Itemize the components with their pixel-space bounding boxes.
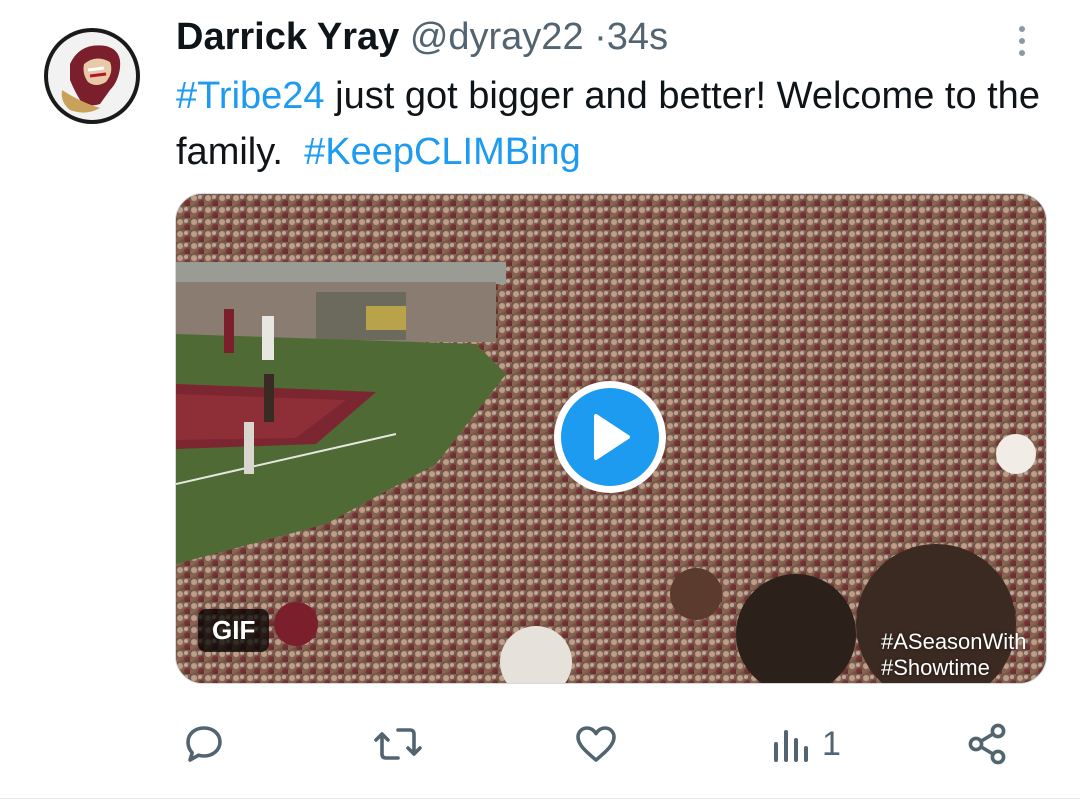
- hashtag-link[interactable]: #Tribe24: [176, 75, 325, 117]
- divider: [0, 798, 1080, 799]
- tweet-header: Darrick Yray @dyray22 ·34s: [176, 12, 668, 62]
- like-button[interactable]: [572, 712, 620, 776]
- retweet-button[interactable]: [372, 712, 424, 776]
- heart-icon: [576, 726, 616, 762]
- play-icon: [594, 414, 630, 460]
- views-icon: [774, 730, 808, 762]
- hashtag-link[interactable]: #KeepCLIMBing: [304, 131, 581, 173]
- views-button[interactable]: 1: [770, 712, 841, 776]
- more-options-button[interactable]: [1004, 18, 1040, 64]
- more-dot-icon: [1019, 26, 1025, 32]
- tweet-action-bar: 1: [0, 712, 1080, 776]
- tweet-text: #Tribe24 just got bigger and better! Wel…: [176, 68, 1056, 180]
- reply-button[interactable]: [180, 712, 228, 776]
- avatar[interactable]: [40, 24, 144, 128]
- author-name[interactable]: Darrick Yray: [176, 16, 399, 58]
- reply-icon: [186, 726, 222, 762]
- views-count: 1: [822, 724, 841, 763]
- separator-dot: ·: [594, 16, 607, 58]
- retweet-icon: [374, 728, 422, 760]
- timestamp[interactable]: 34s: [607, 16, 668, 58]
- watermark-line: #Showtime: [881, 655, 990, 680]
- author-handle[interactable]: @dyray22: [410, 16, 584, 58]
- gif-watermark: #ASeasonWith #Showtime: [881, 629, 1043, 681]
- more-dot-icon: [1019, 38, 1025, 44]
- play-button[interactable]: [554, 381, 666, 493]
- share-icon: [968, 723, 1006, 765]
- watermark-line: #ASeasonWith: [881, 629, 1027, 654]
- share-button[interactable]: [964, 712, 1012, 776]
- seminole-logo-icon: [40, 24, 144, 128]
- more-dot-icon: [1019, 50, 1025, 56]
- gif-badge: GIF: [198, 609, 270, 652]
